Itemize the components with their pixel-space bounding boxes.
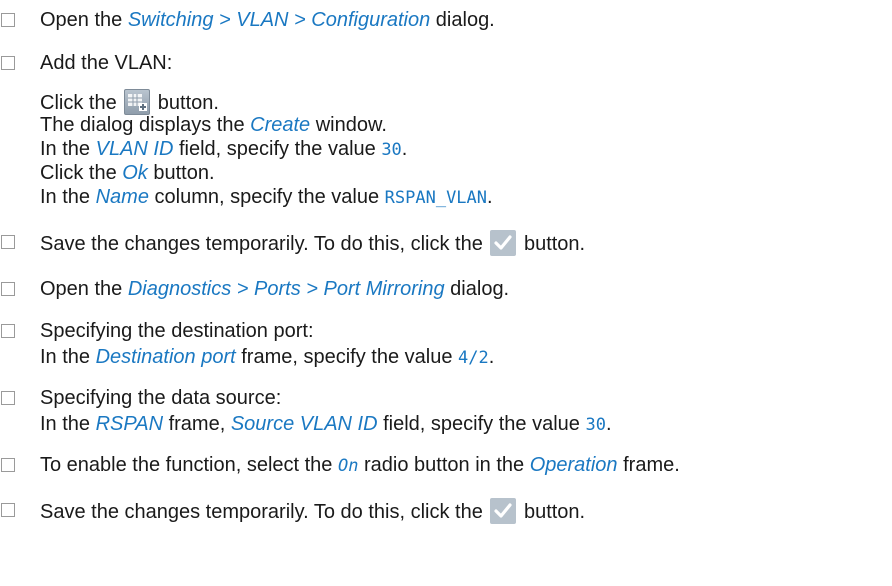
text: dialog. [444, 278, 510, 300]
text: field, specify the value [377, 413, 586, 435]
text: radio button in the [358, 454, 530, 476]
value: 30 [381, 140, 402, 160]
step-6-title: Specifying the data source: [40, 387, 282, 409]
step-8-text: Save the changes temporarily. To do this… [40, 498, 585, 524]
button-name: Ok [122, 162, 148, 184]
text: button. [152, 92, 219, 114]
step-checkbox[interactable] [1, 458, 15, 472]
step-checkbox[interactable] [1, 282, 15, 296]
text: Click the [40, 162, 123, 184]
text: window. [310, 114, 387, 136]
checkmark-icon [490, 498, 517, 524]
value: RSPAN_VLAN [384, 188, 488, 208]
step-5-title: Specifying the destination port: [40, 320, 314, 342]
value: 30 [585, 415, 606, 435]
table-add-icon [124, 89, 151, 115]
text: In the [40, 413, 96, 435]
window-name: Create [250, 114, 311, 136]
text: In the [40, 186, 96, 208]
step-checkbox[interactable] [1, 13, 15, 27]
column-name: Name [95, 186, 149, 208]
text: In the [40, 138, 96, 160]
text: . [487, 186, 493, 208]
dialog-path: Diagnostics > Ports > Port Mirroring [127, 278, 445, 300]
text: frame, specify the value [235, 346, 459, 368]
field-name: VLAN ID [95, 138, 174, 160]
frame-name: RSPAN [95, 413, 164, 435]
step-2-title: Add the VLAN: [40, 52, 173, 74]
step-2-line-3: In the VLAN ID field, specify the value … [40, 137, 407, 162]
text: Save the changes temporarily. To do this… [40, 233, 489, 255]
text: column, specify the value [148, 186, 385, 208]
value: 4/2 [458, 348, 489, 368]
step-2-line-4: Click the Ok button. [40, 161, 215, 185]
text: Click the [40, 92, 123, 114]
step-2-line-1: Click the button. [40, 89, 219, 115]
text: button. [147, 162, 215, 184]
text: button. [518, 501, 586, 523]
text: . [401, 138, 408, 160]
step-checkbox[interactable] [1, 503, 15, 517]
text: dialog. [430, 9, 495, 31]
text: button. [518, 233, 586, 255]
frame-name: Destination port [95, 346, 236, 368]
text: field, specify the value [173, 138, 382, 160]
step-checkbox[interactable] [1, 235, 15, 249]
step-checkbox[interactable] [1, 324, 15, 338]
dialog-path: Switching > VLAN > Configuration [127, 9, 431, 31]
step-5-line-2: In the Destination port frame, specify t… [40, 345, 494, 370]
text: frame, [163, 413, 231, 435]
step-checkbox[interactable] [1, 391, 15, 405]
step-2-line-5: In the Name column, specify the value RS… [40, 185, 493, 210]
step-7-text: To enable the function, select the On ra… [40, 453, 680, 478]
text: frame. [617, 454, 680, 476]
step-4-text: Open the Diagnostics > Ports > Port Mirr… [40, 277, 509, 301]
checkmark-icon [490, 230, 517, 256]
text: Save the changes temporarily. To do this… [40, 501, 489, 523]
radio-option: On [337, 456, 359, 476]
text: Open the [40, 9, 128, 31]
step-checkbox[interactable] [1, 56, 15, 70]
field-name: Source VLAN ID [230, 413, 378, 435]
step-1-text: Open the Switching > VLAN > Configuratio… [40, 8, 495, 32]
text: . [605, 413, 612, 435]
text: Open the [40, 278, 128, 300]
text: In the [40, 346, 96, 368]
text: The dialog displays the [40, 114, 251, 136]
text: To enable the function, select the [40, 454, 338, 476]
step-6-line-2: In the RSPAN frame, Source VLAN ID field… [40, 412, 612, 437]
frame-name: Operation [529, 454, 618, 476]
text: . [488, 346, 495, 368]
step-3-text: Save the changes temporarily. To do this… [40, 230, 585, 256]
step-2-line-2: The dialog displays the Create window. [40, 113, 387, 137]
